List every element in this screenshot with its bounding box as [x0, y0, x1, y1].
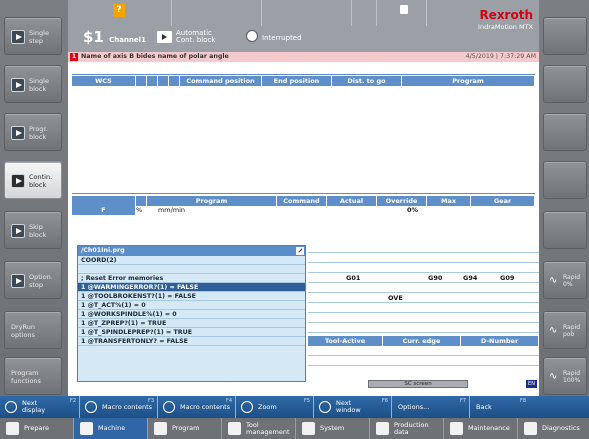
nav-tool-management[interactable]: Tool management	[222, 418, 296, 439]
play-icon	[11, 126, 25, 140]
gear-icon	[228, 422, 241, 435]
rapid-pob-button[interactable]: ∿ Rapid pob	[543, 311, 587, 349]
next-window-button[interactable]: Next window F6	[314, 396, 392, 418]
program-line[interactable]: 1 @T_ZPREP?(1) = TRUE	[78, 319, 305, 328]
nav-machine[interactable]: Machine	[74, 418, 148, 439]
mode-icon	[157, 31, 172, 43]
ove-indicator: OVE	[388, 294, 403, 302]
right-softkey-4[interactable]	[543, 161, 587, 199]
feed-row: F % mm/min 0%	[72, 206, 535, 215]
program-line[interactable]: 1 @T_SPINDLEPREP?(1) = TRUE	[78, 328, 305, 337]
macro-icon	[85, 401, 97, 413]
brand-logo: Rexroth	[479, 8, 533, 22]
operating-mode: Automatic Cont. block	[176, 29, 216, 44]
dryrun-options-button[interactable]: DryRun options	[4, 311, 62, 349]
play-icon	[11, 224, 25, 238]
right-softkey-column: ∿ Rapid 0% ∿ Rapid pob ∿ Rapid 100%	[539, 0, 589, 396]
alarm-timestamp: 4/5/2019 | 7:37:29 AM	[465, 53, 536, 60]
warning-icon[interactable]: ?	[113, 4, 125, 17]
rapid-wave-icon: ∿	[549, 371, 558, 382]
contin-block-button[interactable]: Contin. block	[4, 161, 62, 199]
program-line[interactable]: ; Reset Error memories	[78, 274, 305, 283]
channel-indicator[interactable]: $1 Channel1	[83, 28, 146, 46]
macro-contents-button[interactable]: Macro contents F3	[80, 396, 158, 418]
options-button[interactable]: Options... F7	[392, 396, 470, 418]
left-softkey-column: Single step Single block Progr. block Co…	[0, 0, 68, 396]
macro-icon	[163, 401, 175, 413]
gcode-row: G01 G90 G94 G09	[308, 274, 539, 283]
play-icon	[11, 78, 25, 92]
zoom-icon	[241, 401, 253, 413]
nav-diagnostics[interactable]: Diagnostics	[518, 418, 589, 439]
nav-prepare[interactable]: Prepare	[0, 418, 74, 439]
next-display-button[interactable]: Next display F2	[0, 396, 80, 418]
machine-icon	[80, 422, 93, 435]
single-step-button[interactable]: Single step	[4, 17, 62, 55]
language-badge[interactable]: EN	[526, 380, 537, 388]
rapid-100-button[interactable]: ∿ Rapid 100%	[543, 357, 587, 395]
tool-table-header: Tool-Active Curr. edge D-Number	[308, 336, 539, 346]
wrench-icon	[450, 422, 463, 435]
operating-area-bar: Prepare Machine Program Tool management …	[0, 418, 589, 439]
lock-icon	[400, 5, 408, 14]
play-icon	[11, 274, 25, 288]
nav-production-data[interactable]: Production data	[370, 418, 444, 439]
diagnostics-icon	[524, 422, 537, 435]
interrupted-status: Interrupted	[262, 34, 302, 42]
program-window[interactable]: /Ch01Ini.prg COORD(2) ; Reset Error memo…	[77, 245, 306, 382]
program-line-selected[interactable]: 1 @WARMINGERROR?(1) = FALSE	[78, 283, 305, 292]
interrupt-icon	[246, 30, 258, 42]
program-line[interactable]: COORD(2)	[78, 256, 305, 265]
right-softkey-5[interactable]	[543, 211, 587, 249]
program-icon	[154, 422, 167, 435]
right-softkey-3[interactable]	[543, 113, 587, 151]
program-window-title: /Ch01Ini.prg	[78, 246, 305, 256]
feed-table-header: Program Command Actual Override Max Gear	[72, 196, 535, 206]
resize-icon[interactable]	[296, 247, 304, 255]
single-block-button[interactable]: Single block	[4, 65, 62, 103]
program-line[interactable]: 1 @TOOLBROKENST?(1) = FALSE	[78, 292, 305, 301]
gcode-g09: G09	[500, 274, 515, 282]
progr-block-button[interactable]: Progr. block	[4, 113, 62, 151]
skip-block-button[interactable]: Skip block	[4, 211, 62, 249]
gcode-g01: G01	[346, 274, 361, 282]
nav-system[interactable]: System	[296, 418, 370, 439]
macro-contents-button-2[interactable]: Macro contents F4	[158, 396, 236, 418]
position-table-header: WCS Command position End position Dist. …	[72, 76, 535, 86]
program-line[interactable]	[78, 265, 305, 274]
system-icon	[302, 422, 315, 435]
right-softkey-1[interactable]	[543, 17, 587, 55]
program-line[interactable]: 1 @T_ACT%(1) = 0	[78, 301, 305, 310]
rapid-wave-icon: ∿	[549, 275, 558, 286]
program-line[interactable]: 1 @TRANSFERTONLY? = FALSE	[78, 337, 305, 346]
window-icon	[319, 401, 331, 413]
gcode-g90: G90	[428, 274, 443, 282]
program-functions-button[interactable]: Program functions	[4, 357, 62, 395]
alarm-bar[interactable]: 1 Name of axis B bides name of polar ang…	[68, 52, 539, 62]
alarm-icon: 1	[70, 53, 78, 61]
prepare-icon	[6, 422, 19, 435]
main-panel: ? $1 Channel1 Automatic Cont. block Inter…	[68, 0, 539, 396]
option-stop-button[interactable]: Option. stop	[4, 261, 62, 299]
zoom-button[interactable]: Zoom F5	[236, 396, 314, 418]
alarm-message: Name of axis B bides name of polar angle	[81, 53, 229, 60]
horizontal-softkey-bar: Next display F2 Macro contents F3 Macro co…	[0, 396, 589, 418]
back-button[interactable]: Back F8	[470, 396, 529, 418]
chart-icon	[376, 422, 389, 435]
rapid-wave-icon: ∿	[549, 325, 558, 336]
product-name: IndraMotion MTX	[478, 23, 533, 31]
nav-program[interactable]: Program	[148, 418, 222, 439]
rapid-0-button[interactable]: ∿ Rapid 0%	[543, 261, 587, 299]
status-header: ? $1 Channel1 Automatic Cont. block Inter…	[68, 0, 539, 52]
screen-status: SC screen	[368, 380, 468, 388]
nav-maintenance[interactable]: Maintenance	[444, 418, 518, 439]
chevron-down-icon	[5, 401, 17, 413]
right-softkey-2[interactable]	[543, 65, 587, 103]
ove-row: OVE	[308, 294, 539, 303]
program-line[interactable]: 1 @WORKSPINDLE%(1) = 0	[78, 310, 305, 319]
gcode-g94: G94	[463, 274, 478, 282]
play-icon	[11, 174, 25, 188]
play-icon	[11, 30, 25, 44]
